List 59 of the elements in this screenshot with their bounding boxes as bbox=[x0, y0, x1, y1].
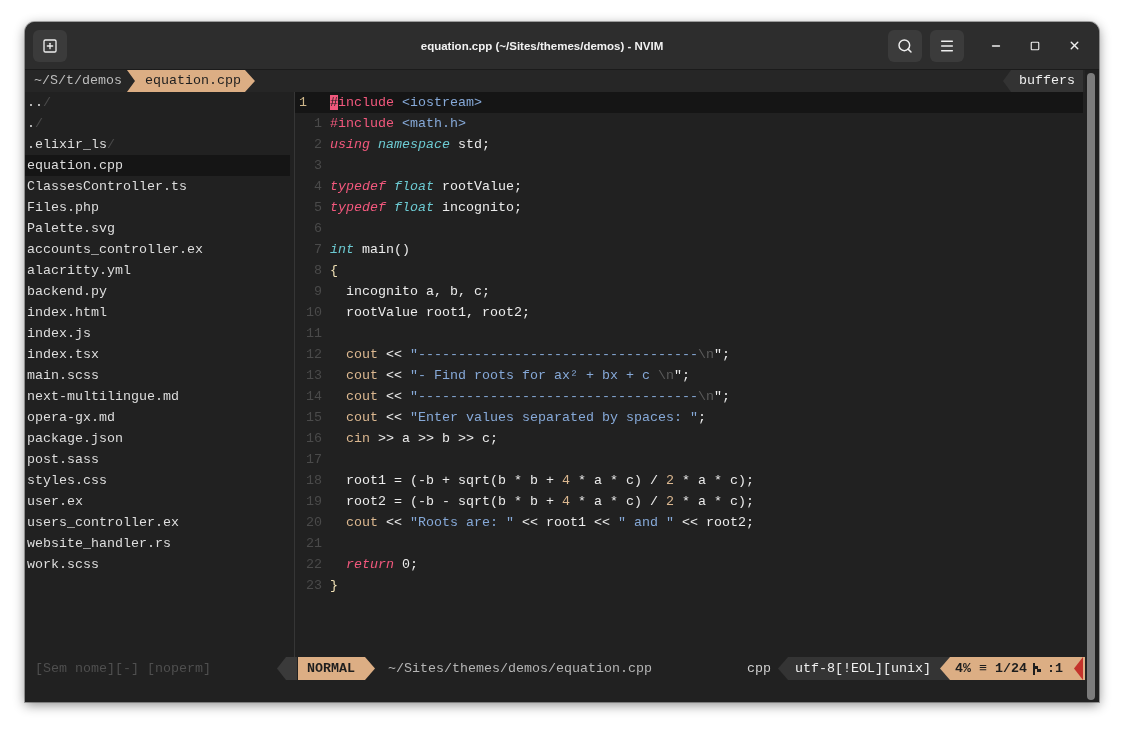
file-encoding: utf-8[!EOL][unix] bbox=[778, 657, 950, 680]
plus-square-icon bbox=[42, 37, 58, 54]
code-line: incognito a, b, c; bbox=[346, 283, 490, 301]
file-explorer-item[interactable]: ClassesController.ts bbox=[25, 176, 290, 197]
cursor-column: :1 bbox=[1047, 657, 1063, 680]
file-explorer-item[interactable]: accounts_controller.ex bbox=[25, 239, 290, 260]
new-tab-button[interactable] bbox=[33, 29, 67, 62]
buffer-tab[interactable]: equation.cpp bbox=[127, 70, 255, 92]
code-line: using namespace std; bbox=[330, 136, 490, 154]
file-explorer-item[interactable]: work.scss bbox=[25, 554, 290, 575]
code-line: root2 = (-b - sqrt(b * b + 4 * a * c) / 2 * a * c); bbox=[346, 493, 754, 511]
file-explorer-item[interactable]: next-multilingue.md bbox=[25, 386, 290, 407]
code-line: #include <iostream> bbox=[330, 94, 482, 112]
code-line: rootValue root1, root2; bbox=[346, 304, 530, 322]
file-explorer-item[interactable]: user.ex bbox=[25, 491, 290, 512]
line-column-icon bbox=[1033, 662, 1041, 675]
code-line: cin >> a >> b >> c; bbox=[346, 430, 498, 448]
file-type: cpp bbox=[747, 660, 771, 678]
file-explorer-item[interactable]: .elixir_ls/ bbox=[25, 134, 290, 155]
code-line: cout << "Enter values separated by spaces: "; bbox=[346, 409, 706, 427]
file-explorer-item[interactable]: equation.cpp bbox=[25, 155, 290, 176]
file-explorer-item[interactable]: alacritty.yml bbox=[25, 260, 290, 281]
scrollbar-thumb[interactable] bbox=[1087, 73, 1095, 700]
line-number: 1 bbox=[299, 94, 307, 112]
maximize-icon bbox=[1030, 40, 1040, 51]
file-path: ~/Sites/themes/demos/equation.cpp bbox=[388, 660, 652, 678]
file-explorer-item[interactable]: index.tsx bbox=[25, 344, 290, 365]
code-line: { bbox=[330, 262, 338, 280]
code-line: return 0; bbox=[346, 556, 418, 574]
file-explorer-item[interactable]: index.html bbox=[25, 302, 290, 323]
window-title: equation.cpp (~/Sites/themes/demos) - NVIM bbox=[420, 39, 664, 52]
file-explorer-item[interactable]: opera-gx.md bbox=[25, 407, 290, 428]
search-button[interactable] bbox=[888, 29, 922, 62]
file-explorer-item[interactable]: Palette.svg bbox=[25, 218, 290, 239]
file-explorer-item[interactable]: styles.css bbox=[25, 470, 290, 491]
file-explorer-item[interactable]: ../ bbox=[25, 92, 290, 113]
menu-button[interactable] bbox=[930, 29, 964, 62]
code-line: root1 = (-b + sqrt(b * b + 4 * a * c) / 2 * a * c); bbox=[346, 472, 754, 490]
file-explorer-item[interactable]: users_controller.ex bbox=[25, 512, 290, 533]
search-icon bbox=[897, 37, 913, 54]
file-explorer-item[interactable]: post.sass bbox=[25, 449, 290, 470]
code-line: typedef float incognito; bbox=[330, 199, 522, 217]
cursor-position: 4% ≡ 1/24 bbox=[955, 660, 1027, 678]
file-explorer-item[interactable]: main.scss bbox=[25, 365, 290, 386]
code-line: #include <math.h> bbox=[330, 115, 466, 133]
code-line: } bbox=[330, 577, 338, 595]
code-line: int main() bbox=[330, 241, 410, 259]
file-explorer-item[interactable]: index.js bbox=[25, 323, 290, 344]
file-explorer-item[interactable]: Files.php bbox=[25, 197, 290, 218]
code-line: typedef float rootValue; bbox=[330, 178, 522, 196]
file-explorer-item[interactable]: website_handler.rs bbox=[25, 533, 290, 554]
working-directory: ~/S/t/demos bbox=[34, 72, 122, 90]
file-explorer-item[interactable]: ./ bbox=[25, 113, 290, 134]
file-explorer-item[interactable]: package.json bbox=[25, 428, 290, 449]
mode-indicator: NORMAL bbox=[298, 657, 375, 680]
code-line: cout << "Roots are: " << root1 << " and " << root2; bbox=[346, 514, 754, 532]
powerline-arrow-icon bbox=[1074, 657, 1083, 680]
file-explorer-item[interactable]: backend.py bbox=[25, 281, 290, 302]
buffers-label: buffers bbox=[1003, 70, 1083, 92]
